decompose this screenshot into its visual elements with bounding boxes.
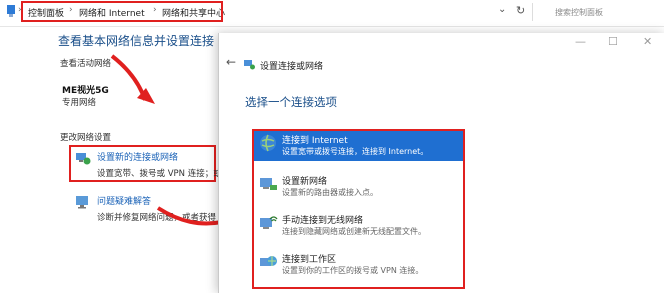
maximize-icon[interactable]: ☐ [608,35,618,48]
dialog-title: 设置连接或网络 [260,62,324,72]
setup-connection-dialog: — ☐ ✕ ← 设置连接或网络 选择一个连接选项 连接到 Internet 设置… [218,33,664,293]
back-arrow-icon[interactable]: ← [226,55,236,69]
arrow-to-options [156,206,223,226]
network-setup-icon [244,59,255,70]
dialog-heading: 选择一个连接选项 [245,95,337,109]
minimize-icon[interactable]: — [575,35,586,48]
arrow-to-setup-link [110,54,147,101]
options-highlight-box [252,129,465,289]
close-icon[interactable]: ✕ [643,35,652,48]
